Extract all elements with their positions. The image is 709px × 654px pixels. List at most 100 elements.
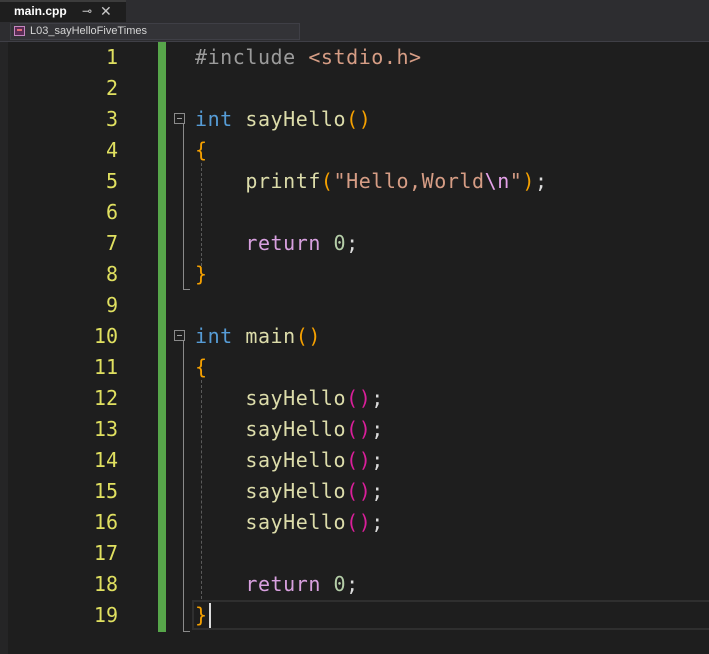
code-line[interactable]: 12 sayHello(); <box>0 383 709 414</box>
code-token: ( <box>320 169 334 193</box>
code-token: ; <box>346 231 359 255</box>
code-token: ; <box>346 572 359 596</box>
line-number: 2 <box>105 76 118 100</box>
code-token: " <box>509 169 523 193</box>
code-text: return 0; <box>195 228 359 259</box>
project-dropdown[interactable]: L03_sayHelloFiveTimes <box>10 23 300 40</box>
code-token: () <box>346 448 372 472</box>
line-number: 7 <box>105 231 118 255</box>
code-line[interactable]: 18 return 0; <box>0 569 709 600</box>
pin-icon[interactable]: ⊸ <box>82 4 92 18</box>
code-token: () <box>346 479 372 503</box>
code-token: main <box>245 324 296 348</box>
code-line[interactable]: 11 { <box>0 352 709 383</box>
code-token: sayHello <box>245 107 347 131</box>
code-text: return 0; <box>195 569 359 600</box>
code-text: sayHello(); <box>195 476 384 507</box>
code-token: () <box>295 324 321 348</box>
line-number: 16 <box>93 510 118 534</box>
tab-bar: main.cpp ⊸ ✕ <box>0 0 709 22</box>
code-line[interactable]: 6 <box>0 197 709 228</box>
line-number: 1 <box>105 45 118 69</box>
code-line[interactable]: 15 sayHello(); <box>0 476 709 507</box>
code-token: ; <box>534 169 548 193</box>
code-token: "Hello,World <box>333 169 485 193</box>
code-token: () <box>346 386 372 410</box>
code-token: printf <box>245 169 321 193</box>
code-line[interactable]: 2 <box>0 73 709 104</box>
line-number: 17 <box>93 541 118 565</box>
code-token: { <box>195 138 208 162</box>
line-number: 9 <box>105 293 118 317</box>
code-line[interactable]: 7 return 0; <box>0 228 709 259</box>
code-line[interactable]: 14 sayHello(); <box>0 445 709 476</box>
code-token: 0 <box>333 231 347 255</box>
code-token: #include <box>195 45 309 69</box>
code-token: <stdio.h> <box>308 45 422 69</box>
code-token: 0 <box>333 572 347 596</box>
code-token: ; <box>371 417 384 441</box>
line-number: 3 <box>105 107 118 131</box>
code-token: return <box>245 572 334 596</box>
code-line[interactable]: 19} <box>0 600 709 631</box>
code-line[interactable]: 16 sayHello(); <box>0 507 709 538</box>
project-name: L03_sayHelloFiveTimes <box>30 25 147 37</box>
code-token: () <box>346 417 372 441</box>
navigation-bar: L03_sayHelloFiveTimes <box>0 22 709 42</box>
close-icon[interactable]: ✕ <box>100 3 112 20</box>
code-token: ; <box>371 386 384 410</box>
code-token: int <box>195 107 246 131</box>
code-token: sayHello <box>245 448 347 472</box>
code-line[interactable]: 1 #include <stdio.h> <box>0 42 709 73</box>
tab-title: main.cpp <box>14 4 67 18</box>
line-number: 8 <box>105 262 118 286</box>
line-number: 11 <box>93 355 118 379</box>
code-text: } <box>195 600 208 631</box>
code-text: } <box>195 259 208 290</box>
code-token: { <box>195 355 208 379</box>
code-token: sayHello <box>245 386 347 410</box>
code-text: { <box>195 352 208 383</box>
line-number: 6 <box>105 200 118 224</box>
code-token: \n <box>484 169 510 193</box>
line-number: 5 <box>105 169 118 193</box>
code-line[interactable]: 5 printf("Hello,World\n"); <box>0 166 709 197</box>
cpp-project-icon <box>14 26 25 36</box>
tab-main-cpp[interactable]: main.cpp ⊸ ✕ <box>0 0 126 22</box>
line-number: 12 <box>93 386 118 410</box>
code-line[interactable]: 17 <box>0 538 709 569</box>
code-text: sayHello(); <box>195 383 384 414</box>
code-token: ; <box>371 448 384 472</box>
code-token: ) <box>522 169 535 193</box>
code-token: } <box>195 603 208 627</box>
code-token: ; <box>371 479 384 503</box>
code-token: int <box>195 324 246 348</box>
line-number: 4 <box>105 138 118 162</box>
code-line[interactable]: 4{ <box>0 135 709 166</box>
fold-region-end <box>183 631 190 632</box>
code-line[interactable]: 3 int sayHello() <box>0 104 709 135</box>
line-number: 13 <box>93 417 118 441</box>
code-line[interactable]: 8} <box>0 259 709 290</box>
line-number: 19 <box>93 603 118 627</box>
line-number: 10 <box>93 324 118 348</box>
code-token: () <box>346 510 372 534</box>
code-line[interactable]: 9 <box>0 290 709 321</box>
line-number: 15 <box>93 479 118 503</box>
code-token: ; <box>371 510 384 534</box>
code-text: sayHello(); <box>195 414 384 445</box>
code-token: } <box>195 262 208 286</box>
code-line[interactable]: 13 sayHello(); <box>0 414 709 445</box>
code-text: int main() <box>195 321 321 352</box>
code-text: int sayHello() <box>195 104 371 135</box>
code-line[interactable]: 10 int main() <box>0 321 709 352</box>
line-number: 14 <box>93 448 118 472</box>
code-token: sayHello <box>245 510 347 534</box>
